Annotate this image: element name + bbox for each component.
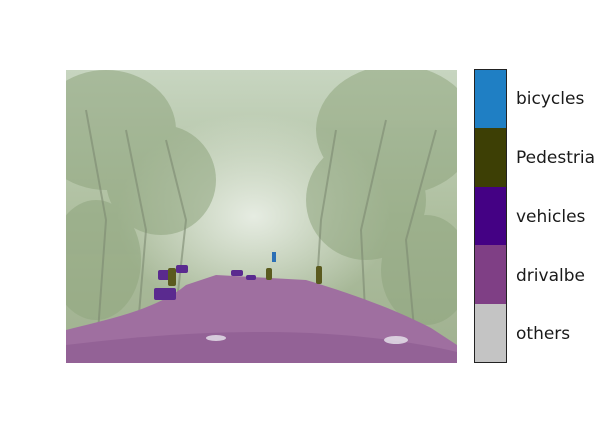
colorbar-swatch-vehicles <box>475 186 506 246</box>
segmentation-figure: bicycles Pedestria vehicles drivalbe oth… <box>0 0 597 448</box>
bicycle-region <box>272 252 276 262</box>
legend-label-drivable: drivalbe <box>516 266 585 286</box>
legend-label-bicycles: bicycles <box>516 89 585 109</box>
colorbar-swatch-pedestrians <box>475 128 506 187</box>
colorbar-swatch-bicycles <box>475 70 506 129</box>
legend-label-others: others <box>516 324 571 344</box>
legend-label-pedestrians: Pedestria <box>516 148 596 168</box>
colorbar-swatch-drivable <box>475 245 506 304</box>
segmentation-overlay-image <box>66 70 457 363</box>
road-scene-graphic <box>66 70 457 363</box>
legend-labels: bicycles Pedestria vehicles drivalbe oth… <box>516 69 597 363</box>
legend-colorbar <box>474 69 507 363</box>
colorbar-swatch-others <box>475 303 506 363</box>
legend-label-vehicles: vehicles <box>516 207 586 227</box>
